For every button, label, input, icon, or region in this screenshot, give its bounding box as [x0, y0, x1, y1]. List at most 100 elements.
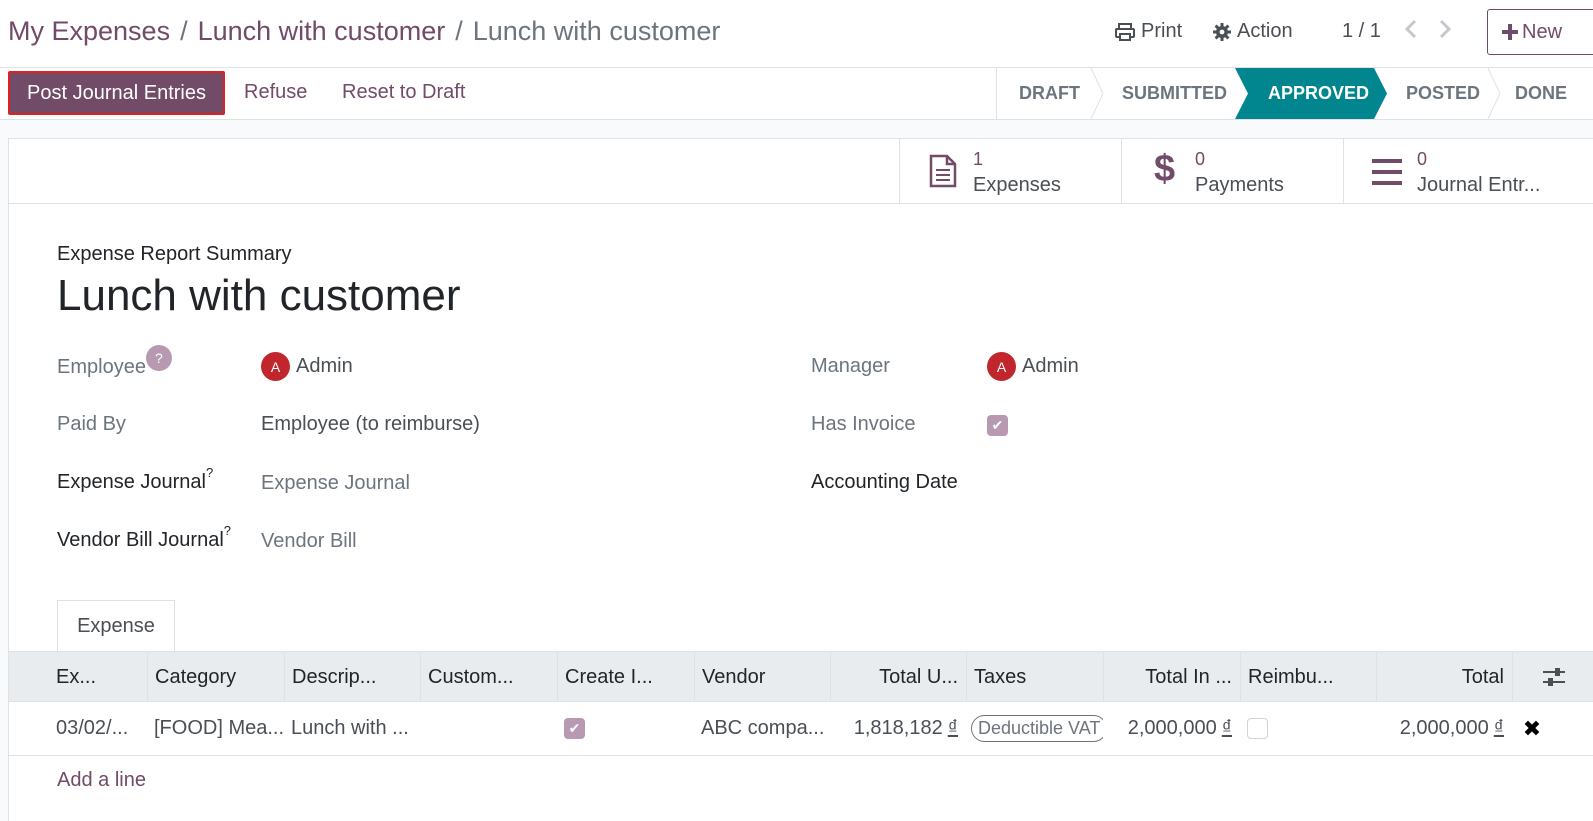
reimbursed-checkbox[interactable]: [1247, 718, 1268, 739]
employee-label: Employee?: [57, 345, 172, 381]
breadcrumb-current: Lunch with customer: [472, 16, 721, 46]
column-header-date[interactable]: Ex...: [49, 652, 147, 702]
column-header-vendor[interactable]: Vendor: [694, 652, 830, 702]
has-invoice-label: Has Invoice: [811, 413, 916, 435]
check-icon: ✔: [987, 415, 1008, 436]
column-header-total-untaxed[interactable]: Total U...: [830, 652, 966, 702]
smart-button-box: 1 Expenses $ 0 Payments 0 Journal Entr..…: [9, 139, 1593, 204]
column-header-create-invoice[interactable]: Create I...: [557, 652, 694, 702]
column-header-taxes[interactable]: Taxes: [966, 652, 1103, 702]
total-untaxed-value: 1,818,182: [853, 717, 943, 739]
expenses-count: 1: [973, 149, 984, 169]
column-header-category[interactable]: Category: [147, 652, 284, 702]
journal-entries-label: Journal Entr...: [1417, 174, 1541, 196]
column-header-reimbursed[interactable]: Reimbu...: [1240, 652, 1376, 702]
check-icon: ✔: [564, 718, 585, 739]
cell-category[interactable]: [FOOD] Mea...: [147, 702, 284, 755]
page-title[interactable]: Lunch with customer: [57, 271, 461, 321]
breadcrumb-separator: /: [180, 16, 188, 46]
control-panel: My Expenses / Lunch with customer / Lunch wi…: [0, 0, 1593, 68]
stage-active-left-notch: [1235, 68, 1249, 119]
breadcrumb-my-expenses[interactable]: My Expenses: [8, 16, 170, 46]
action-label: Action: [1237, 20, 1293, 42]
table-row[interactable]: 03/02/... [FOOD] Mea... Lunch with ... ✔…: [9, 702, 1593, 756]
total-incl-value: 2,000,000: [1127, 717, 1217, 739]
form-subtitle: Expense Report Summary: [57, 243, 292, 265]
gear-icon: [1213, 22, 1231, 41]
printer-icon: [1115, 22, 1135, 41]
reset-to-draft-button[interactable]: Reset to Draft: [342, 81, 465, 104]
expense-journal-label: Expense Journal?: [57, 465, 213, 494]
cell-taxes[interactable]: Deductible VAT: [966, 702, 1103, 755]
stage-label: DONE: [1515, 83, 1568, 103]
cell-total-incl[interactable]: 2,000,000 ₫: [1103, 702, 1240, 755]
stage-draft[interactable]: DRAFT: [997, 68, 1100, 119]
expenses-smart-button[interactable]: 1 Expenses: [899, 139, 1121, 203]
sliders-icon: [1542, 668, 1565, 686]
new-label: New: [1522, 20, 1563, 43]
tax-tag[interactable]: Deductible VAT: [971, 715, 1103, 742]
stage-label: SUBMITTED: [1122, 83, 1227, 103]
delete-row-button[interactable]: ✖: [1512, 702, 1552, 755]
breadcrumb-report[interactable]: Lunch with customer: [198, 16, 446, 46]
avatar: A: [987, 352, 1016, 381]
breadcrumb-separator: /: [455, 16, 463, 46]
stage-label: DRAFT: [1019, 83, 1080, 103]
manager-value: Admin: [1022, 355, 1079, 377]
column-header-total-incl[interactable]: Total In ...: [1103, 652, 1240, 702]
journal-entries-smart-button[interactable]: 0 Journal Entr...: [1343, 139, 1593, 203]
cell-description[interactable]: Lunch with ...: [284, 702, 420, 755]
stage-done[interactable]: DONE: [1489, 68, 1589, 119]
status-bar: Post Journal Entries Refuse Reset to Dra…: [0, 68, 1593, 120]
has-invoice-checkbox[interactable]: ✔: [987, 415, 1008, 436]
column-header-total[interactable]: Total: [1376, 652, 1512, 702]
help-mark[interactable]: ?: [224, 523, 231, 538]
add-line-link[interactable]: Add a line: [57, 769, 146, 792]
tab-expense[interactable]: Expense: [57, 600, 175, 652]
expenses-label: Expenses: [973, 174, 1061, 196]
column-header-description[interactable]: Descrip...: [284, 652, 420, 702]
pager-next-button[interactable]: [1438, 18, 1452, 46]
print-label: Print: [1141, 20, 1183, 42]
new-button[interactable]: New: [1487, 9, 1593, 55]
post-journal-entries-button[interactable]: Post Journal Entries: [8, 71, 225, 115]
pager-value[interactable]: 1 / 1: [1342, 20, 1381, 43]
print-button[interactable]: Print: [1115, 20, 1182, 43]
paid-by-field[interactable]: Employee (to reimburse): [261, 413, 480, 436]
currency-symbol: ₫: [1493, 717, 1504, 739]
stage-approved[interactable]: APPROVED: [1236, 68, 1374, 119]
vendor-bill-journal-label-text: Vendor Bill Journal: [57, 529, 224, 551]
cell-vendor[interactable]: ABC compa...: [694, 702, 830, 755]
payments-label: Payments: [1195, 174, 1284, 196]
cell-reimbursed[interactable]: [1240, 702, 1376, 755]
employee-field[interactable]: A Admin: [261, 352, 353, 381]
cell-date[interactable]: 03/02/...: [49, 702, 147, 755]
accounting-date-label: Accounting Date: [811, 471, 958, 493]
stage-pipeline: DRAFT SUBMITTED APPROVED POSTED DONE: [996, 68, 1589, 119]
column-header-customer[interactable]: Custom...: [420, 652, 557, 702]
stage-submitted[interactable]: SUBMITTED: [1100, 68, 1236, 119]
cell-total-untaxed[interactable]: 1,818,182 ₫: [830, 702, 966, 755]
close-icon: ✖: [1522, 715, 1542, 741]
cell-create-invoice[interactable]: ✔: [557, 702, 694, 755]
manager-field[interactable]: A Admin: [987, 352, 1079, 381]
refuse-button[interactable]: Refuse: [244, 81, 307, 104]
chevron-right-icon: [1439, 19, 1452, 39]
total-value: 2,000,000: [1399, 717, 1489, 739]
pager-previous-button[interactable]: [1404, 18, 1418, 46]
stage-label: APPROVED: [1268, 83, 1370, 103]
vendor-bill-journal-field[interactable]: Vendor Bill: [261, 530, 357, 553]
plus-icon: [1502, 24, 1518, 40]
expense-journal-label-text: Expense Journal: [57, 471, 206, 493]
stage-label: POSTED: [1406, 83, 1481, 103]
optional-columns-toggle[interactable]: [1512, 652, 1593, 702]
cell-total[interactable]: 2,000,000 ₫: [1376, 702, 1512, 755]
file-text-icon: [929, 154, 957, 188]
expense-journal-field[interactable]: Expense Journal: [261, 472, 410, 495]
payments-smart-button[interactable]: $ 0 Payments: [1121, 139, 1343, 203]
help-mark[interactable]: ?: [206, 465, 213, 480]
action-button[interactable]: Action: [1213, 20, 1293, 43]
cell-customer[interactable]: [420, 702, 557, 755]
help-icon[interactable]: ?: [145, 345, 172, 371]
stage-posted[interactable]: POSTED: [1374, 68, 1489, 119]
